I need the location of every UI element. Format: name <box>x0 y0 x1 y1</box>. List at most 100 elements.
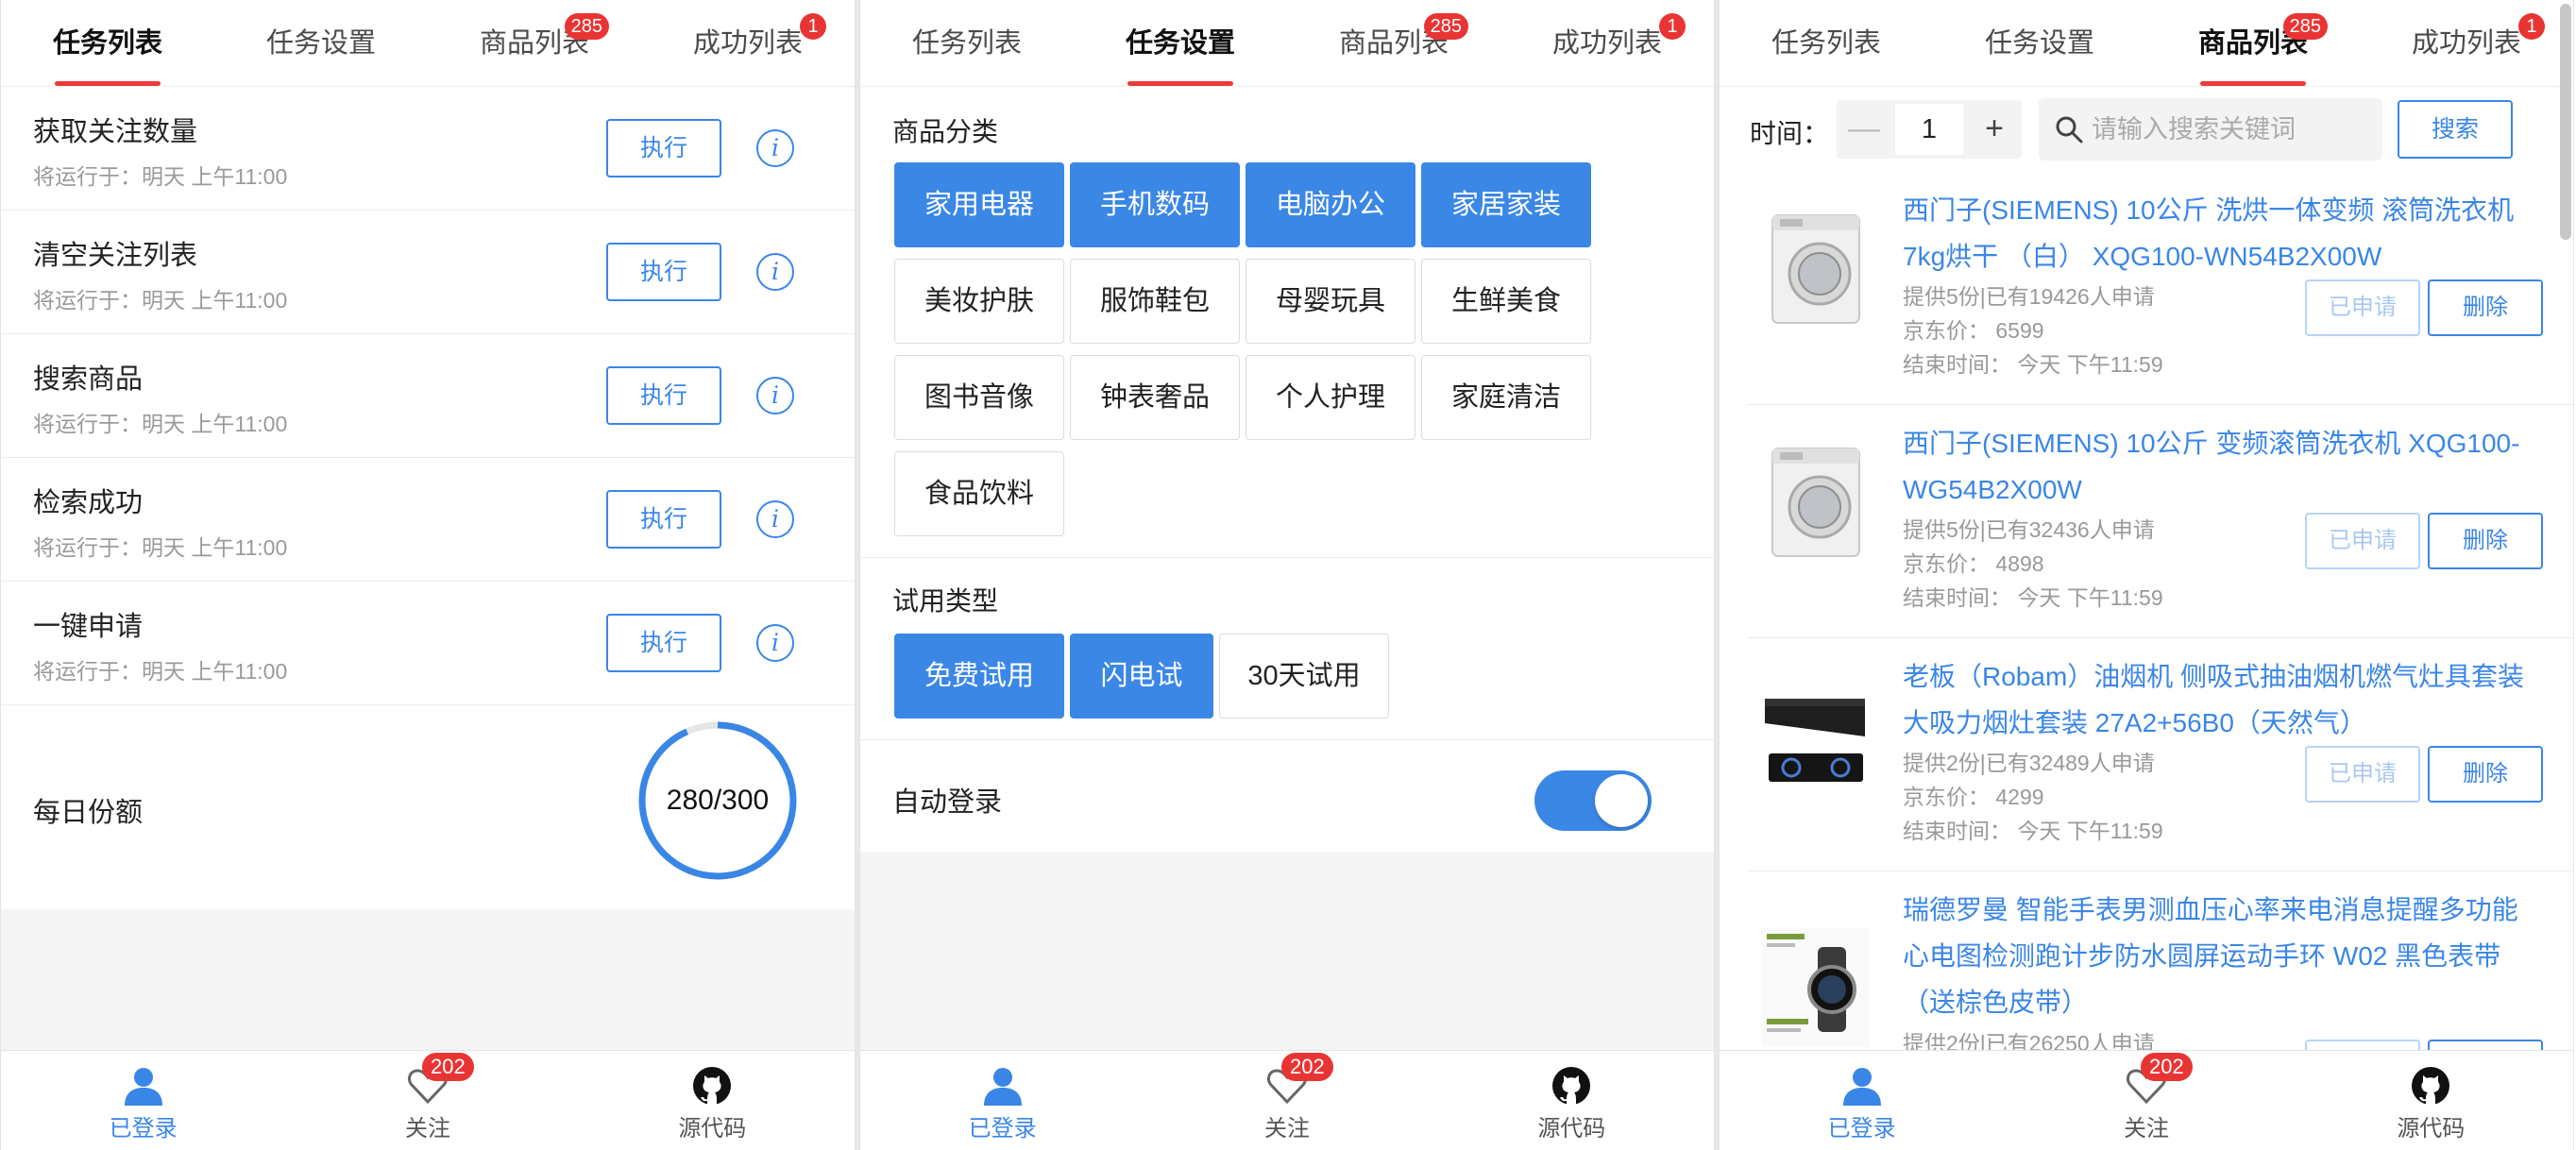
increment-button[interactable]: + <box>1967 100 2022 159</box>
tab-task-settings[interactable]: 任务设置 <box>214 0 428 86</box>
nav-label: 源代码 <box>678 1116 747 1142</box>
settings-form: 商品分类 家用电器 手机数码 电脑办公 家居家装美妆护肤 服饰鞋包 母婴玩具 生鲜美食图书音… <box>860 87 1714 852</box>
product-title[interactable]: 西门子(SIEMENS) 10公斤 洗烘一体变频 滚筒洗衣机 7kg烘干 （白）… <box>1903 187 2526 279</box>
nav-follow[interactable]: 202 关注 <box>2004 1051 2288 1150</box>
bottom-nav: 已登录 202 关注 源代码 <box>1 1050 855 1150</box>
category-chip[interactable]: 钟表奢品 <box>1070 355 1240 440</box>
category-chip[interactable]: 个人护理 <box>1246 355 1415 440</box>
task-name: 检索成功 <box>33 488 144 518</box>
user-icon <box>1842 1068 1881 1106</box>
applied-button[interactable]: 已申请 <box>2305 279 2420 336</box>
product-item: 西门子(SIEMENS) 10公斤 洗烘一体变频 滚筒洗衣机 7kg烘干 （白）… <box>1748 172 2573 405</box>
product-supply: 提供2份|已有32489人申请 <box>1903 751 2155 775</box>
task-settings-screen: 任务列表 任务设置 商品列表 285 成功列表 1 商品分类 家用电器 手机数码 电脑办… <box>859 0 1715 1150</box>
applied-button[interactable]: 已申请 <box>2305 746 2420 803</box>
nav-label: 关注 <box>404 1116 450 1142</box>
category-chip[interactable]: 电脑办公 <box>1246 162 1415 247</box>
category-chip[interactable]: 生鲜美食 <box>1421 259 1591 344</box>
user-icon <box>124 1068 162 1106</box>
trial-type-chip[interactable]: 免费试用 <box>894 634 1064 719</box>
category-chip[interactable]: 家居家装 <box>1421 162 1591 247</box>
auto-login-toggle[interactable] <box>1534 770 1652 831</box>
execute-button[interactable]: 执行 <box>606 366 721 425</box>
nav-source-code[interactable]: 源代码 <box>2289 1051 2573 1150</box>
product-count-badge: 285 <box>2282 13 2328 40</box>
success-count-badge: 1 <box>800 13 826 40</box>
auto-login-row: 自动登录 <box>860 740 1714 852</box>
nav-logged-in[interactable]: 已登录 <box>1720 1051 2004 1150</box>
nav-logged-in[interactable]: 已登录 <box>1 1051 285 1150</box>
delete-button[interactable]: 删除 <box>2428 1040 2543 1050</box>
follow-count-badge: 202 <box>1280 1053 1333 1081</box>
category-chip[interactable]: 图书音像 <box>894 355 1064 440</box>
nav-label: 已登录 <box>109 1116 178 1142</box>
execute-button[interactable]: 执行 <box>606 614 721 672</box>
tab-success-list[interactable]: 成功列表 1 <box>1500 0 1714 86</box>
product-title[interactable]: 瑞德罗曼 智能手表男测血压心率来电消息提醒多功能心电图检测跑计步防水圆屏运动手环… <box>1903 887 2526 1025</box>
tab-product-list[interactable]: 商品列表 285 <box>1287 0 1500 86</box>
category-chip[interactable]: 母婴玩具 <box>1246 259 1415 344</box>
info-icon[interactable]: i <box>756 624 794 662</box>
applied-button[interactable]: 已申请 <box>2305 1040 2420 1050</box>
nav-source-code[interactable]: 源代码 <box>1430 1051 1714 1150</box>
product-item: 老板（Robam）油烟机 侧吸式抽油烟机燃气灶具套装 大吸力烟灶套装 27A2+… <box>1748 638 2573 871</box>
github-icon <box>693 1067 732 1105</box>
tab-success-list[interactable]: 成功列表 1 <box>641 0 855 86</box>
nav-label: 已登录 <box>1827 1116 1896 1142</box>
delete-button[interactable]: 删除 <box>2428 279 2543 336</box>
info-icon[interactable]: i <box>756 377 794 414</box>
tab-task-list[interactable]: 任务列表 <box>1 0 214 86</box>
trial-type-chip[interactable]: 30天试用 <box>1219 634 1389 719</box>
applied-button[interactable]: 已申请 <box>2305 513 2420 569</box>
product-supply: 提供5份|已有32436人申请 <box>1903 517 2155 542</box>
tab-success-list[interactable]: 成功列表 1 <box>2360 0 2573 86</box>
category-chip[interactable]: 服饰鞋包 <box>1070 259 1240 344</box>
search-input[interactable] <box>2092 108 2371 151</box>
nav-label: 已登录 <box>968 1116 1037 1142</box>
product-price: 京东价： 6599 <box>1903 318 2044 343</box>
product-item: 西门子(SIEMENS) 10公斤 变频滚筒洗衣机 XQG100-WG54B2X… <box>1748 405 2573 638</box>
decrement-button[interactable]: — <box>1837 100 1891 159</box>
product-end-time: 结束时间： 今天 下午11:59 <box>1903 352 2163 377</box>
quota-value: 280/300 <box>666 785 770 816</box>
info-icon[interactable]: i <box>756 500 794 538</box>
search-button[interactable]: 搜索 <box>2398 100 2513 159</box>
follow-count-badge: 202 <box>421 1053 474 1081</box>
time-value[interactable]: 1 <box>1895 104 1963 155</box>
info-icon[interactable]: i <box>756 129 794 167</box>
nav-follow[interactable]: 202 关注 <box>1144 1051 1429 1150</box>
tab-product-list[interactable]: 商品列表 285 <box>2146 0 2360 86</box>
task-row: 搜索商品 将运行于：明天 上午11:00 执行 i <box>1 334 855 458</box>
category-chip[interactable]: 家庭清洁 <box>1421 355 1591 440</box>
nav-source-code[interactable]: 源代码 <box>570 1051 855 1150</box>
task-schedule: 将运行于：明天 上午11:00 <box>33 535 288 560</box>
category-chip[interactable]: 美妆护肤 <box>894 259 1064 344</box>
task-row: 获取关注数量 将运行于：明天 上午11:00 执行 i <box>1 87 855 211</box>
category-chip[interactable]: 食品饮料 <box>894 451 1064 536</box>
tab-task-list[interactable]: 任务列表 <box>860 0 1074 86</box>
scrollbar[interactable] <box>2560 4 2571 240</box>
tab-task-settings[interactable]: 任务设置 <box>1074 0 1287 86</box>
tab-task-settings[interactable]: 任务设置 <box>1933 0 2146 86</box>
category-chip[interactable]: 家用电器 <box>894 162 1064 247</box>
product-title[interactable]: 老板（Robam）油烟机 侧吸式抽油烟机燃气灶具套装 大吸力烟灶套装 27A2+… <box>1903 653 2526 746</box>
daily-quota: 每日份额 280/300 <box>1 705 855 909</box>
execute-button[interactable]: 执行 <box>606 490 721 549</box>
nav-follow[interactable]: 202 关注 <box>285 1051 569 1150</box>
product-title[interactable]: 西门子(SIEMENS) 10公斤 变频滚筒洗衣机 XQG100-WG54B2X… <box>1903 420 2526 513</box>
execute-button[interactable]: 执行 <box>606 119 721 178</box>
execute-button[interactable]: 执行 <box>606 243 721 301</box>
washing-machine-image <box>1771 448 1860 557</box>
category-chip[interactable]: 手机数码 <box>1070 162 1240 247</box>
delete-button[interactable]: 删除 <box>2428 513 2543 569</box>
tab-task-list[interactable]: 任务列表 <box>1720 0 1933 86</box>
trial-type-chip[interactable]: 闪电试 <box>1070 634 1213 719</box>
task-list-screen: 任务列表 任务设置 商品列表 285 成功列表 1 获取关注数量 将运行于：明天 上… <box>0 0 856 1150</box>
top-tabs: 任务列表 任务设置 商品列表 285 成功列表 1 <box>1720 0 2573 87</box>
delete-button[interactable]: 删除 <box>2428 746 2543 803</box>
product-item: 瑞德罗曼 智能手表男测血压心率来电消息提醒多功能心电图检测跑计步防水圆屏运动手环… <box>1748 871 2573 1050</box>
nav-logged-in[interactable]: 已登录 <box>860 1051 1144 1150</box>
info-icon[interactable]: i <box>756 253 794 291</box>
top-tabs: 任务列表 任务设置 商品列表 285 成功列表 1 <box>1 0 855 87</box>
tab-product-list[interactable]: 商品列表 285 <box>428 0 641 86</box>
